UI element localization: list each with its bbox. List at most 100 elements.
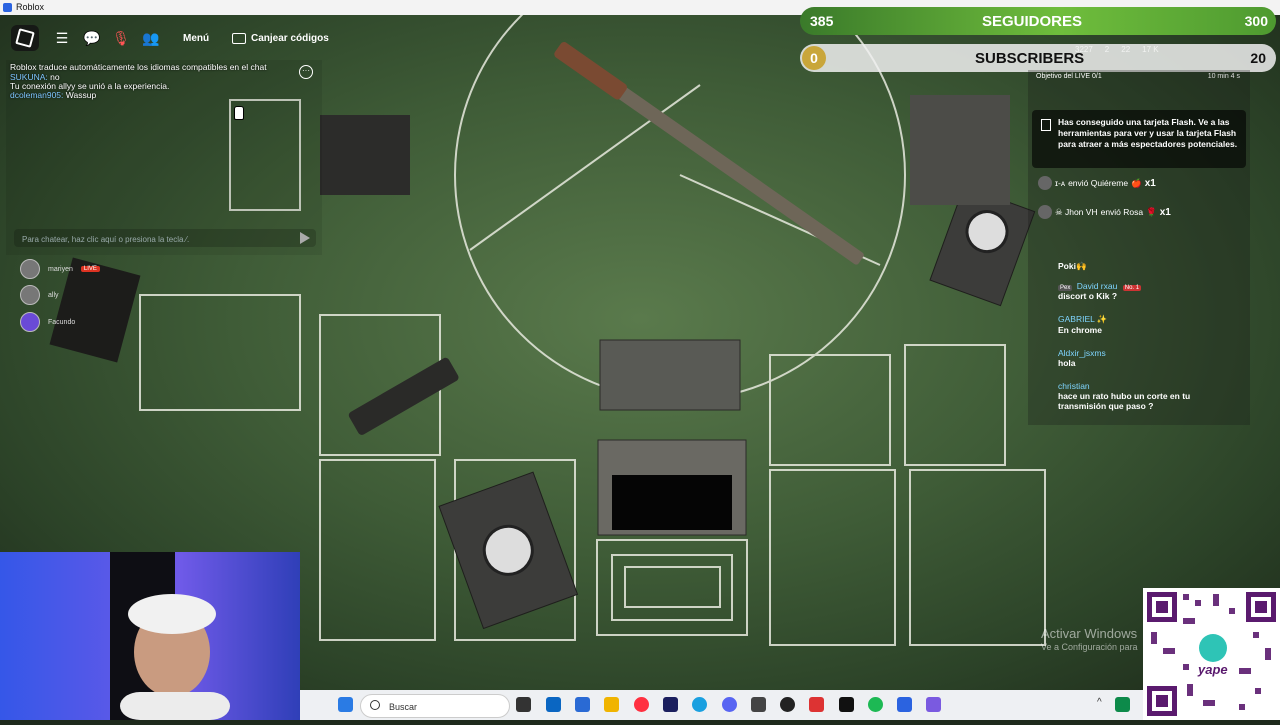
comment: Poki🙌	[1058, 261, 1087, 272]
voice-user[interactable]: ally	[20, 285, 59, 305]
followers-label: SEGUIDORES	[982, 12, 1083, 30]
more-dots-icon: ···	[302, 66, 310, 75]
chat-window: Roblox traduce automáticamente los idiom…	[6, 60, 322, 255]
followers-count: 385	[810, 13, 834, 29]
live-goal-label: Objetivo del LIVE 0/1	[1036, 73, 1102, 80]
svg-text:yape: yape	[1197, 662, 1228, 677]
premiere-icon[interactable]	[663, 697, 678, 712]
mouse-cursor-icon	[234, 106, 244, 120]
chevron-up-icon[interactable]: ^	[1097, 697, 1107, 712]
followers-goal: 300	[1244, 13, 1268, 29]
yape-qr-code: yape	[1143, 588, 1280, 720]
avatar	[1038, 176, 1052, 190]
gift-sender: ɪ-ᴀ	[1055, 178, 1066, 188]
window-title: Roblox	[16, 2, 45, 12]
app-icon[interactable]	[926, 697, 941, 712]
chat-input-bar	[14, 229, 316, 247]
people-icon: 👥	[142, 29, 160, 46]
taskbar-search[interactable]	[360, 694, 510, 718]
activation-subtitle: Ve a Configuración para	[1041, 642, 1138, 652]
subs-goal: 20	[1250, 50, 1266, 66]
capcut-icon[interactable]	[780, 697, 795, 712]
comment: Aldxir_jsxms hola	[1058, 348, 1106, 368]
live-goal-time: 10 min 4 s	[1207, 73, 1240, 80]
subs-count: 0	[802, 46, 826, 70]
live-stats: 3227 2 22 17 K	[1075, 45, 1159, 54]
voice-user[interactable]: Facundo	[20, 312, 75, 332]
roblox-logo-icon	[15, 28, 35, 48]
chat-translate-notice: Roblox traduce automáticamente los idiom…	[10, 62, 267, 72]
hamburger-menu-button[interactable]: ☰	[49, 26, 75, 50]
outlook-icon[interactable]	[546, 697, 561, 712]
discord-icon[interactable]	[722, 697, 737, 712]
redeem-codes-label: Canjear códigos	[251, 32, 329, 44]
roblox-menu-button[interactable]	[11, 25, 39, 51]
roblox-taskbar-icon[interactable]	[897, 697, 912, 712]
rose-icon: 🌹	[1146, 206, 1157, 217]
rank-badge: No. 1	[1122, 285, 1142, 291]
opera-icon[interactable]	[634, 697, 649, 712]
windows-taskbar: ^	[300, 690, 1143, 720]
edge-icon[interactable]	[692, 697, 707, 712]
redeem-codes-button[interactable]: Canjear códigos	[232, 26, 329, 50]
likes-count: 17 K	[1142, 45, 1159, 54]
spotify-icon[interactable]	[868, 697, 883, 712]
obs-icon[interactable]	[751, 697, 766, 712]
search-input[interactable]	[387, 698, 461, 716]
chat-options-button[interactable]: ···	[299, 65, 313, 79]
avatar	[20, 285, 40, 305]
chat-toggle-button[interactable]: 💬	[79, 26, 105, 50]
microphone-icon: 🎙	[112, 29, 130, 46]
windows-activation-watermark: Activar Windows Ve a Configuración para	[1041, 626, 1138, 652]
flash-card-notice[interactable]: Has conseguido una tarjeta Flash. Ve a l…	[1032, 110, 1246, 168]
store-icon[interactable]	[575, 697, 590, 712]
gifts-count: 2	[1104, 45, 1110, 54]
webcam-overlay	[0, 552, 300, 720]
comment-user[interactable]: Aldxir_jsxms	[1058, 348, 1106, 358]
gift-event: ☠︎ Jhon VH envió Rosa 🌹 x1	[1038, 205, 1171, 219]
gift-action: envió Rosa	[1100, 207, 1144, 217]
gift-action: envió Quiéreme	[1068, 178, 1129, 188]
tiktok-icon[interactable]	[839, 697, 854, 712]
activation-title: Activar Windows	[1041, 626, 1138, 641]
avatar	[1038, 205, 1052, 219]
comment-text: Poki🙌	[1058, 261, 1087, 271]
task-view-icon[interactable]	[516, 697, 531, 712]
gift-box-icon	[232, 32, 246, 44]
comment-user[interactable]: GABRIEL ✨	[1058, 314, 1107, 324]
comment-user[interactable]: christian	[1058, 381, 1090, 391]
voice-user-name: mariyen	[48, 265, 73, 273]
card-icon	[1041, 119, 1051, 131]
text-tool-icon[interactable]	[809, 697, 824, 712]
hamburger-icon: ☰	[55, 29, 69, 46]
streamer-figure	[110, 552, 230, 720]
microphone-button[interactable]: 🎙	[108, 26, 134, 50]
voice-user-name: ally	[48, 291, 59, 299]
roblox-app-icon	[3, 3, 12, 12]
chat-input[interactable]	[20, 231, 294, 247]
gift-count: x1	[1144, 177, 1156, 189]
tray-app-icon[interactable]	[1115, 697, 1130, 712]
windows-start-icon[interactable]	[338, 697, 353, 712]
chat-username[interactable]: dcoleman905:	[10, 90, 63, 100]
gift-sender: ☠︎ Jhon VH	[1055, 206, 1098, 217]
comment-text: hola	[1058, 358, 1076, 368]
flash-card-text: Has conseguido una tarjeta Flash. Ve a l…	[1058, 117, 1238, 149]
search-icon	[370, 700, 380, 710]
comment-text: En chrome	[1058, 325, 1102, 335]
subscribers-goal-banner: 0 SUBSCRIBERS 20	[800, 44, 1276, 72]
folder-icon[interactable]	[604, 697, 619, 712]
gift-icon: 🍎	[1131, 177, 1142, 188]
shares-count: 22	[1121, 45, 1131, 54]
menu-label[interactable]: Menú	[183, 33, 209, 44]
people-button[interactable]: 👥	[138, 26, 164, 50]
voice-user[interactable]: mariyen LIVE	[20, 259, 100, 279]
gift-event: ɪ-ᴀ envió Quiéreme 🍎 x1	[1038, 176, 1156, 190]
chat-bubble-icon: 💬	[83, 29, 101, 46]
send-icon[interactable]	[300, 232, 310, 244]
comment-user[interactable]: David rxau	[1077, 281, 1118, 291]
gift-count: x1	[1159, 206, 1171, 218]
chat-message: dcoleman905: Wassup	[10, 90, 96, 100]
live-badge: LIVE	[80, 266, 100, 272]
viewers-count: 3227	[1075, 45, 1093, 54]
